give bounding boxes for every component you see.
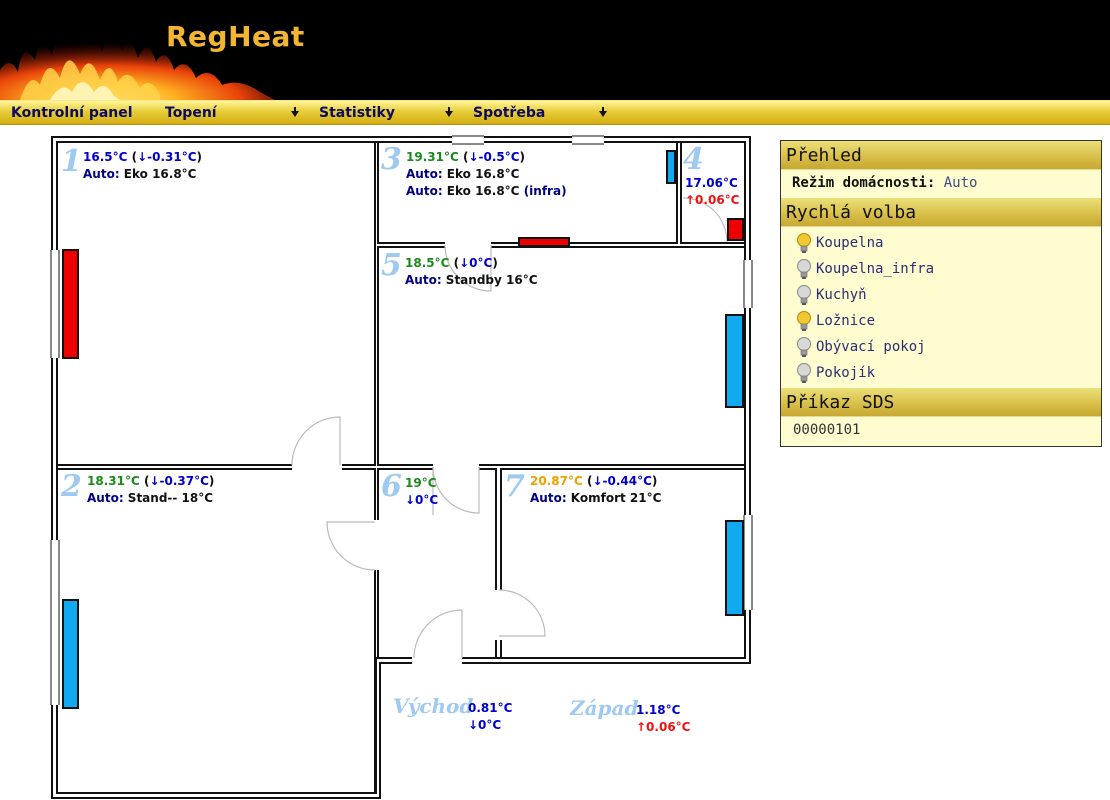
room1-radiator[interactable] [62, 249, 79, 359]
quick-select-list: Koupelna Koupelna_infra Kuchyň Ložnice O… [781, 227, 1101, 388]
room3-radiator[interactable] [666, 150, 676, 184]
household-mode-value[interactable]: Auto [944, 175, 978, 191]
room6-temp[interactable]: 19°C [405, 476, 437, 490]
app-logo: RegHeat [166, 20, 305, 53]
room2-radiator[interactable] [62, 599, 79, 709]
lightbulb-off-icon [797, 285, 811, 305]
lightbulb-on-icon [797, 233, 811, 253]
quick-item-label: Pokojík [816, 365, 876, 381]
room7-status[interactable]: 20.87°C (↓-0.44°C) [530, 474, 657, 488]
lightbulb-off-icon [797, 337, 811, 357]
room3-infra-mode[interactable]: Auto: Eko 16.8°C (infra) [406, 184, 567, 198]
quick-item-label: Obývací pokoj [816, 339, 926, 355]
room5-mode[interactable]: Auto: Standby 16°C [405, 273, 538, 287]
header: RegHeat [0, 0, 1110, 100]
room3-infra-radiator[interactable] [518, 237, 570, 247]
room1-mode[interactable]: Auto: Eko 16.8°C [83, 167, 197, 181]
household-mode-row: Režim domácnosti: Auto [781, 170, 1101, 198]
lightbulb-off-icon [797, 259, 811, 279]
menu-item-topeni[interactable]: Topení [165, 105, 217, 121]
room5-status[interactable]: 18.5°C (↓0°C) [405, 256, 498, 270]
room2-mode[interactable]: Auto: Stand-- 18°C [87, 491, 213, 505]
room4-number: 4 [683, 142, 704, 177]
quick-item-loznice[interactable]: Ložnice [794, 308, 1101, 334]
statistiky-dropdown-arrow-icon[interactable] [445, 107, 453, 117]
quick-item-label: Koupelna [816, 235, 884, 251]
room7-mode[interactable]: Auto: Komfort 21°C [530, 491, 662, 505]
side-panel: Přehled Režim domácnosti: Auto Rychlá vo… [780, 140, 1102, 447]
room7-number: 7 [504, 469, 525, 504]
room5-number: 5 [381, 248, 402, 283]
menu-item-kontrolni-panel[interactable]: Kontrolní panel [11, 105, 133, 121]
room1-status[interactable]: 16.5°C (↓-0.31°C) [83, 150, 202, 164]
room3-number: 3 [381, 142, 402, 177]
quick-item-koupelna-infra[interactable]: Koupelna_infra [794, 256, 1101, 282]
main-menu: Kontrolní panel Topení Statistiky Spotře… [0, 100, 1110, 125]
quick-item-koupelna[interactable]: Koupelna [794, 230, 1101, 256]
room6-number: 6 [381, 469, 402, 504]
sds-command-value[interactable]: 00000101 [781, 417, 1101, 438]
quick-select-heading: Rychlá volba [781, 198, 1101, 227]
room3-status[interactable]: 19.31°C (↓-0.5°C) [406, 150, 525, 164]
quick-item-obyvaci-pokoj[interactable]: Obývací pokoj [794, 334, 1101, 360]
quick-item-kuchyn[interactable]: Kuchyň [794, 282, 1101, 308]
overview-heading: Přehled [781, 141, 1101, 170]
topeni-dropdown-arrow-icon[interactable] [291, 107, 299, 117]
household-mode-key: Režim domácnosti: [792, 175, 936, 191]
menu-item-statistiky[interactable]: Statistiky [319, 105, 395, 121]
quick-item-pokojik[interactable]: Pokojík [794, 360, 1101, 386]
outside-west-label: Západ [569, 696, 639, 720]
outside-east-temp: 0.81°C [468, 701, 513, 715]
outside-east-label: Východ [393, 694, 473, 718]
floor-plan: 1 16.5°C (↓-0.31°C) Auto: Eko 16.8°C 2 1… [50, 135, 753, 799]
room6-trend: ↓0°C [405, 493, 438, 507]
sds-command-heading: Příkaz SDS [781, 388, 1101, 417]
lightbulb-on-icon [797, 311, 811, 331]
room5-radiator[interactable] [725, 314, 744, 408]
regheat-app: RegHeat Kontrolní panel Topení Statistik… [0, 0, 1110, 800]
outside-west-temp: 1.18°C [636, 703, 681, 717]
menu-item-spotreba[interactable]: Spotřeba [473, 105, 545, 121]
room2-status[interactable]: 18.31°C (↓-0.37°C) [87, 474, 214, 488]
quick-item-label: Kuchyň [816, 287, 867, 303]
room2-number: 2 [60, 469, 82, 504]
outside-west-trend: ↑0.06°C [636, 720, 691, 734]
lightbulb-off-icon [797, 363, 811, 383]
room4-trend: ↑0.06°C [685, 193, 740, 207]
quick-item-label: Ložnice [816, 313, 876, 329]
outside-east-trend: ↓0°C [468, 718, 501, 732]
room4-radiator[interactable] [727, 218, 744, 241]
spotreba-dropdown-arrow-icon[interactable] [599, 107, 607, 117]
room3-mode[interactable]: Auto: Eko 16.8°C [406, 167, 520, 181]
room1-number: 1 [61, 144, 82, 179]
room7-radiator[interactable] [725, 520, 744, 616]
room4-temp[interactable]: 17.06°C [685, 176, 738, 190]
quick-item-label: Koupelna_infra [816, 261, 935, 277]
